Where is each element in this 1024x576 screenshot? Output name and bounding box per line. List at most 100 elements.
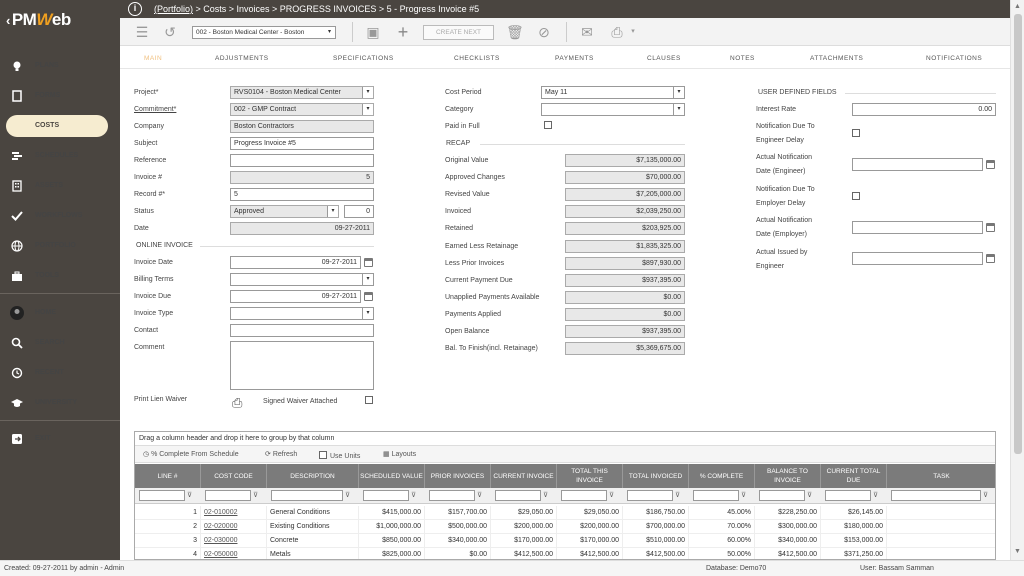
tab-notes[interactable]: NOTES: [730, 55, 755, 62]
delete-icon[interactable]: 🗑: [506, 24, 524, 40]
record-select[interactable]: 002 - Boston Medical Center - Boston ▾: [192, 26, 336, 39]
sidebar-item-home[interactable]: HOME: [0, 301, 120, 325]
vertical-scrollbar[interactable]: ▲ ▼: [1010, 0, 1024, 560]
column-filter-input[interactable]: [363, 490, 409, 501]
info-icon[interactable]: i: [128, 2, 142, 16]
column-header[interactable]: BALANCE TO INVOICE: [755, 464, 821, 488]
sidebar-item-schedules[interactable]: SCHEDULES: [0, 144, 120, 168]
tab-notifications[interactable]: NOTIFICATIONS: [926, 55, 982, 62]
filter-icon[interactable]: ⊽: [187, 491, 196, 500]
column-header[interactable]: CURRENT TOTAL DUE: [821, 464, 887, 488]
column-filter-input[interactable]: [139, 490, 185, 501]
filter-icon[interactable]: ⊽: [873, 491, 882, 500]
history-icon[interactable]: ↺: [162, 24, 178, 40]
column-header[interactable]: TOTAL INVOICED: [623, 464, 689, 488]
sidebar-item-exit[interactable]: EXIT: [0, 427, 120, 451]
pct-complete-from-schedule-button[interactable]: ◷ % Complete From Schedule: [143, 450, 239, 458]
calendar-icon[interactable]: [364, 292, 373, 301]
column-filter-input[interactable]: [561, 490, 607, 501]
billing-terms-select[interactable]: ▾: [230, 273, 374, 286]
actual-issued-input[interactable]: [852, 252, 983, 265]
commitment-select[interactable]: 002 - GMP Contract ▾: [230, 103, 374, 116]
create-next-button[interactable]: CREATE NEXT: [423, 25, 494, 40]
category-select[interactable]: ▾: [541, 103, 685, 116]
email-icon[interactable]: ✉: [579, 24, 595, 40]
filter-icon[interactable]: ⊽: [741, 491, 750, 500]
notification-engineer-checkbox[interactable]: [852, 129, 860, 137]
print-icon[interactable]: ⎙: [232, 395, 242, 411]
status-number-input[interactable]: 0: [344, 205, 374, 218]
sidebar-item-assets[interactable]: ASSETS: [0, 174, 120, 198]
column-header[interactable]: TASK: [887, 464, 995, 488]
sidebar-item-university[interactable]: UNIVERSITY: [0, 391, 120, 415]
commitment-link[interactable]: Commitment*: [134, 106, 176, 113]
calendar-icon[interactable]: [986, 160, 995, 169]
column-header[interactable]: PRIOR INVOICES: [425, 464, 491, 488]
invoice-type-select[interactable]: ▾: [230, 307, 374, 320]
sidebar-item-portfolio[interactable]: PORTFOLIO: [0, 234, 120, 258]
filter-icon[interactable]: ⊽: [253, 491, 262, 500]
cancel-icon[interactable]: ⊘: [536, 24, 552, 40]
save-icon[interactable]: ▣: [365, 24, 381, 40]
interest-rate-input[interactable]: 0.00: [852, 103, 996, 116]
invoice-due-input[interactable]: 09-27-2011: [230, 290, 361, 303]
print-icon[interactable]: ⎙: [609, 24, 625, 40]
paid-in-full-checkbox[interactable]: [544, 121, 552, 129]
scroll-up-icon[interactable]: ▲: [1014, 3, 1021, 10]
list-icon[interactable]: ☰: [134, 24, 150, 40]
filter-icon[interactable]: ⊽: [983, 491, 992, 500]
column-filter-input[interactable]: [627, 490, 673, 501]
tab-payments[interactable]: PAYMENTS: [555, 55, 594, 62]
layouts-button[interactable]: ▦ Layouts: [383, 450, 416, 458]
sidebar-item-forms[interactable]: FORMS: [0, 84, 120, 108]
notification-employer-checkbox[interactable]: [852, 192, 860, 200]
breadcrumb-portfolio-link[interactable]: (Portfolio): [154, 4, 193, 14]
contact-input[interactable]: [230, 324, 374, 337]
column-header[interactable]: LINE #: [135, 464, 201, 488]
column-header[interactable]: TOTAL THIS INVOICE: [557, 464, 623, 488]
add-icon[interactable]: +: [395, 23, 411, 41]
column-header[interactable]: DESCRIPTION: [267, 464, 359, 488]
comment-textarea[interactable]: [230, 341, 374, 390]
filter-icon[interactable]: ⊽: [345, 491, 354, 500]
tab-attachments[interactable]: ATTACHMENTS: [810, 55, 863, 62]
use-units-toggle[interactable]: Use Units: [319, 450, 360, 460]
sidebar-item-plans[interactable]: PLANS: [0, 54, 120, 78]
cost-code-link[interactable]: 02-020000: [201, 520, 267, 534]
invoice-date-input[interactable]: 09-27-2011: [230, 256, 361, 269]
column-header[interactable]: COST CODE: [201, 464, 267, 488]
reference-input[interactable]: [230, 154, 374, 167]
status-select[interactable]: Approved ▾: [230, 205, 339, 218]
print-dropdown-icon[interactable]: ▾: [625, 24, 641, 40]
project-select[interactable]: RVS0104 - Boston Medical Center ▾: [230, 86, 374, 99]
sidebar-item-search[interactable]: SEARCH: [0, 331, 120, 355]
column-filter-input[interactable]: [205, 490, 251, 501]
tab-specifications[interactable]: SPECIFICATIONS: [333, 55, 394, 62]
sidebar-item-workflows[interactable]: WORKFLOWS: [0, 204, 120, 228]
actual-notification-employer-input[interactable]: [852, 221, 983, 234]
sidebar-item-tools[interactable]: TOOLS: [0, 264, 120, 288]
calendar-icon[interactable]: [986, 254, 995, 263]
cost-code-link[interactable]: 02-030000: [201, 534, 267, 548]
sidebar-item-recent[interactable]: RECENT: [0, 361, 120, 385]
column-filter-input[interactable]: [825, 490, 871, 501]
column-filter-input[interactable]: [271, 490, 343, 501]
filter-icon[interactable]: ⊽: [477, 491, 486, 500]
signed-waiver-checkbox[interactable]: [365, 396, 373, 404]
refresh-button[interactable]: ⟳ Refresh: [265, 450, 297, 458]
tab-clauses[interactable]: CLAUSES: [647, 55, 681, 62]
tab-main[interactable]: MAIN: [144, 55, 162, 62]
cost-code-link[interactable]: 02-050000: [201, 548, 267, 559]
column-header[interactable]: SCHEDULED VALUE: [359, 464, 425, 488]
filter-icon[interactable]: ⊽: [807, 491, 816, 500]
column-filter-input[interactable]: [891, 490, 981, 501]
tab-adjustments[interactable]: ADJUSTMENTS: [215, 55, 269, 62]
scrollbar-thumb[interactable]: [1014, 14, 1022, 454]
subject-input[interactable]: Progress Invoice #5: [230, 137, 374, 150]
calendar-icon[interactable]: [364, 258, 373, 267]
tab-checklists[interactable]: CHECKLISTS: [454, 55, 500, 62]
filter-icon[interactable]: ⊽: [675, 491, 684, 500]
cost-period-select[interactable]: May 11 ▾: [541, 86, 685, 99]
column-filter-input[interactable]: [495, 490, 541, 501]
calendar-icon[interactable]: [986, 223, 995, 232]
